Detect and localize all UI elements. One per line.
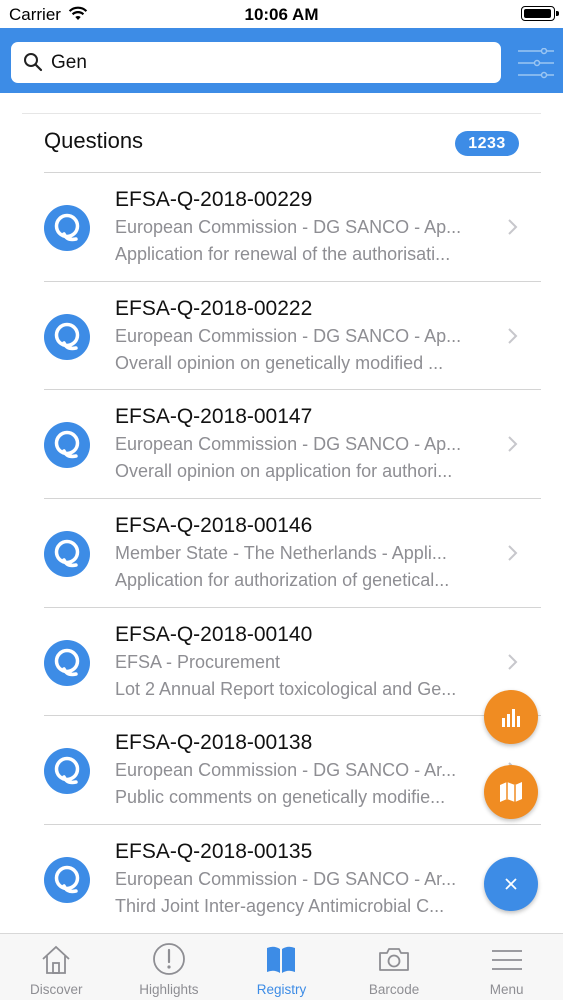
item-description: Third Joint Inter-agency Antimicrobial C… [115, 896, 445, 917]
tab-label: Barcode [368, 982, 420, 997]
tab-menu[interactable]: Menu [450, 934, 563, 1000]
tab-highlights[interactable]: Highlights [113, 934, 226, 1000]
item-subtitle: European Commission - DG SANCO - Ap... [115, 217, 462, 237]
item-title: EFSA-Q-2018-00229 [115, 188, 313, 211]
item-title: EFSA-Q-2018-00147 [115, 405, 313, 429]
list-item[interactable]: EFSA-Q-2018-00135 European Commission - … [44, 824, 541, 933]
tab-label: Discover [30, 982, 83, 997]
hamburger-icon [491, 950, 522, 970]
item-subtitle: European Commission - DG SANCO - Ap... [115, 434, 462, 455]
item-title: EFSA-Q-2018-00146 [115, 514, 313, 538]
search-header [0, 28, 563, 93]
camera-icon [379, 948, 409, 971]
list-item[interactable]: EFSA-Q-2018-00138 European Commission - … [44, 715, 541, 824]
filter-sliders-icon[interactable] [517, 47, 555, 85]
chevron-right-icon [508, 436, 518, 453]
item-subtitle: EFSA - Procurement [115, 651, 281, 672]
question-q-icon [44, 205, 90, 251]
list-item[interactable]: EFSA-Q-2018-00222 European Commission - … [44, 280, 541, 390]
house-icon [42, 945, 70, 974]
question-q-icon [44, 531, 90, 578]
tab-registry[interactable]: Registry [225, 934, 338, 1000]
questions-list: EFSA-Q-2018-00229 European Commission - … [44, 172, 541, 933]
item-description: Overall opinion on application for autho… [115, 461, 453, 482]
tab-label: Menu [489, 982, 524, 997]
item-subtitle: European Commission - DG SANCO - Ar... [115, 760, 457, 781]
search-input[interactable] [51, 42, 491, 83]
battery-icon [521, 6, 559, 21]
item-title: EFSA-Q-2018-00222 [115, 296, 313, 320]
status-bar: Carrier 10:06 AM [0, 0, 563, 28]
list-item[interactable]: EFSA-Q-2018-00140 EFSA - Procurement Lot… [44, 606, 541, 716]
question-q-icon [44, 857, 90, 904]
questions-card: Questions 1233 EFSA-Q-2018-00229 Europea… [22, 113, 541, 933]
tab-discover[interactable]: Discover [0, 934, 113, 1000]
tab-bar: Discover Highlights Registry Barcode Men… [0, 933, 563, 1000]
item-title: EFSA-Q-2018-00138 [115, 731, 313, 755]
item-title: EFSA-Q-2018-00135 [115, 840, 313, 864]
exclamation-circle-icon [152, 943, 185, 975]
list-item[interactable]: EFSA-Q-2018-00147 European Commission - … [44, 389, 541, 498]
bar-chart-icon [502, 709, 520, 727]
item-description: Lot 2 Annual Report toxicological and Ge… [115, 678, 457, 699]
book-icon [267, 946, 296, 973]
close-fab-button[interactable] [484, 857, 538, 911]
question-q-icon [44, 748, 90, 795]
question-q-icon [44, 313, 90, 360]
item-description: Application for renewal of the authorisa… [115, 244, 451, 264]
tab-barcode[interactable]: Barcode [338, 934, 451, 1000]
question-q-icon [44, 422, 90, 469]
clock: 10:06 AM [244, 5, 319, 24]
chevron-right-icon [508, 654, 518, 670]
search-icon [23, 52, 43, 77]
section-title: Questions [44, 128, 144, 153]
item-subtitle: Member State - The Netherlands - Appli..… [115, 543, 447, 564]
tab-label: Registry [256, 982, 307, 997]
map-fab-button[interactable] [484, 765, 538, 819]
item-description: Public comments on genetically modifie..… [115, 787, 446, 808]
close-icon [505, 878, 517, 890]
question-q-icon [44, 639, 90, 686]
chevron-right-icon [508, 327, 518, 344]
item-title: EFSA-Q-2018-00140 [115, 622, 313, 646]
chart-fab-button[interactable] [484, 690, 538, 744]
search-box[interactable] [11, 42, 501, 83]
chevron-right-icon [508, 219, 518, 235]
item-subtitle: European Commission - DG SANCO - Ar... [115, 869, 457, 890]
item-description: Application for authorization of genetic… [115, 570, 450, 591]
list-item[interactable]: EFSA-Q-2018-00146 Member State - The Net… [44, 498, 541, 607]
chevron-right-icon [508, 545, 518, 561]
item-subtitle: European Commission - DG SANCO - Ap... [115, 325, 462, 346]
tab-label: Highlights [139, 982, 199, 997]
map-icon [500, 782, 522, 802]
list-item[interactable]: EFSA-Q-2018-00229 European Commission - … [44, 172, 541, 281]
count-badge: 1233 [455, 131, 519, 156]
item-description: Overall opinion on genetically modified … [115, 352, 444, 373]
